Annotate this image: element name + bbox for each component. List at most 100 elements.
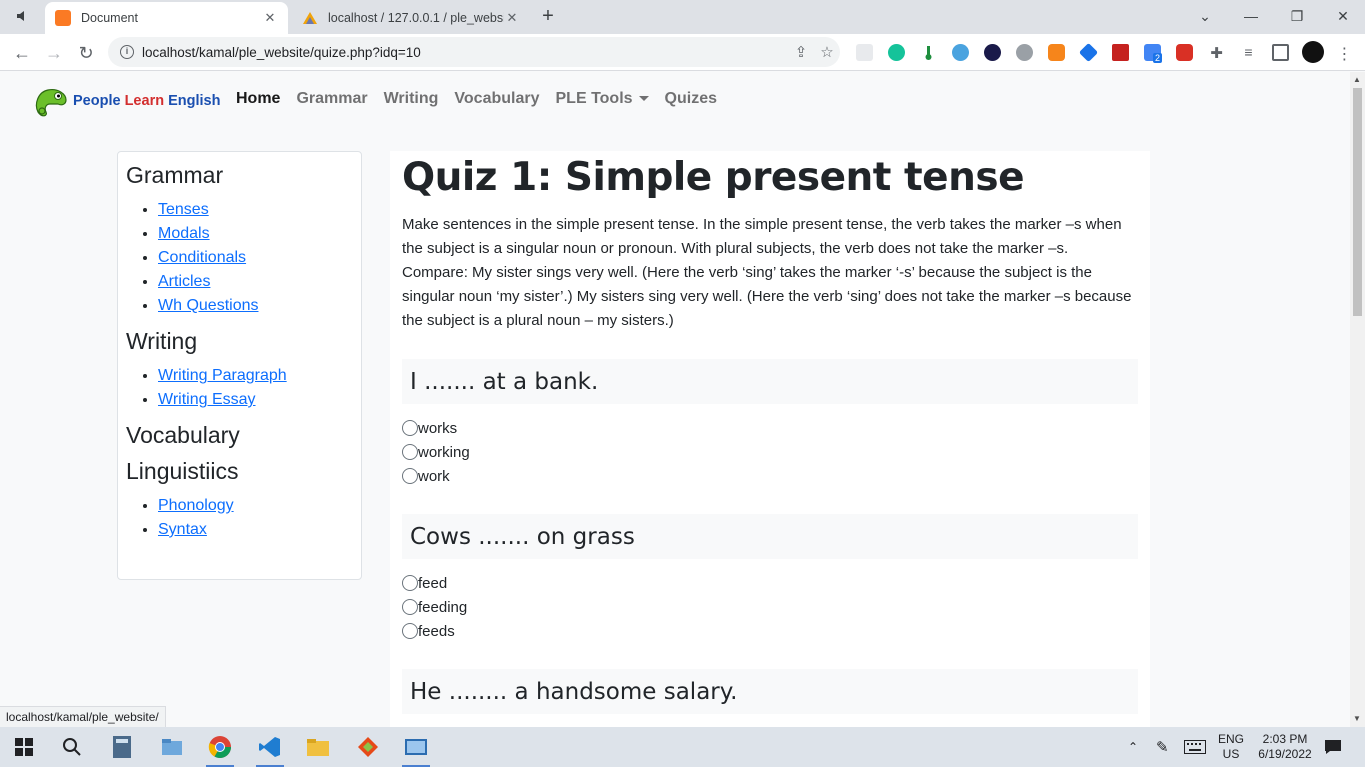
reload-button[interactable]: ↻ <box>74 41 98 65</box>
close-window-button[interactable]: ✕ <box>1323 5 1363 27</box>
brand-part: Learn <box>124 93 169 109</box>
avatar[interactable] <box>1302 41 1324 63</box>
forward-button[interactable]: → <box>42 41 66 65</box>
option[interactable]: feed <box>402 571 1138 595</box>
option[interactable]: work <box>402 464 1138 488</box>
site-info-icon[interactable]: i <box>120 45 134 59</box>
scrollbar-thumb[interactable] <box>1353 88 1362 316</box>
cloud-extension-icon[interactable] <box>952 44 969 61</box>
page-title: Quiz 1: Simple present tense <box>402 155 1025 200</box>
grammarly-icon[interactable] <box>888 44 905 61</box>
option[interactable]: feeding <box>402 595 1138 619</box>
sidebar-link-modals[interactable]: Modals <box>158 225 210 242</box>
vscode-icon[interactable] <box>256 733 284 767</box>
brand-logo-link[interactable]: People Learn English <box>32 82 220 120</box>
pen-icon[interactable]: ✎ <box>1156 727 1169 767</box>
file-explorer-icon[interactable] <box>158 733 186 761</box>
nav-grammar-link[interactable]: Grammar <box>296 90 367 108</box>
tab-phpmyadmin[interactable]: localhost / 127.0.0.1 / ple_website ✕ <box>292 2 530 34</box>
media-control-icon[interactable]: ≡ <box>1240 44 1257 61</box>
keyboard-icon[interactable] <box>1184 727 1206 767</box>
extension-icon[interactable] <box>984 44 1001 61</box>
extension-icon[interactable] <box>856 44 873 61</box>
nav-ple-tools-dropdown[interactable]: PLE Tools <box>556 90 649 108</box>
sidebar-link-wh-questions[interactable]: Wh Questions <box>158 297 258 314</box>
metamask-icon[interactable] <box>1048 44 1065 61</box>
extension-icon[interactable] <box>920 44 937 61</box>
option-label: feeding <box>418 598 468 616</box>
new-tab-button[interactable]: + <box>537 5 559 27</box>
list-item: Phonology <box>158 494 353 518</box>
address-bar[interactable]: i localhost/kamal/ple_website/quize.php?… <box>108 37 840 67</box>
list-item: Wh Questions <box>158 294 353 318</box>
radio-button[interactable] <box>402 599 418 615</box>
back-button[interactable]: ← <box>10 41 34 65</box>
extension-icon[interactable] <box>1112 44 1129 61</box>
folder-icon[interactable] <box>304 733 332 761</box>
scroll-down-arrow-icon[interactable]: ▼ <box>1353 714 1361 723</box>
speaker-icon[interactable] <box>16 9 38 25</box>
clock[interactable]: 2:03 PM 6/19/2022 <box>1254 727 1316 767</box>
brand-name: People Learn English <box>73 93 220 109</box>
radio-button[interactable] <box>402 623 418 639</box>
globe-icon[interactable] <box>1016 44 1033 61</box>
grammar-list: Tenses Modals Conditionals Articles Wh Q… <box>158 198 353 318</box>
radio-button[interactable] <box>402 468 418 484</box>
radio-button[interactable] <box>402 575 418 591</box>
nav-vocabulary-link[interactable]: Vocabulary <box>454 90 539 108</box>
minimize-button[interactable]: — <box>1231 5 1271 27</box>
nav-writing-link[interactable]: Writing <box>384 90 439 108</box>
graduation-cap-icon[interactable]: 2 <box>1144 44 1163 63</box>
nav-quizes-link[interactable]: Quizes <box>665 90 717 108</box>
option[interactable]: feeds <box>402 619 1138 643</box>
close-tab-icon[interactable]: ✕ <box>262 10 278 26</box>
notification-icon[interactable] <box>1324 727 1342 767</box>
photos-icon[interactable] <box>402 733 430 767</box>
share-icon[interactable]: ⇪ <box>788 43 814 61</box>
sidebar-link-tenses[interactable]: Tenses <box>158 201 209 218</box>
sidebar-link-syntax[interactable]: Syntax <box>158 521 207 538</box>
main-nav: Home Grammar Writing Vocabulary PLE Tool… <box>236 90 733 108</box>
sidebar-link-writing-essay[interactable]: Writing Essay <box>158 391 256 408</box>
shield-icon[interactable] <box>1176 44 1193 61</box>
question-heading: He ........ a handsome salary. <box>402 669 1138 714</box>
tab-document[interactable]: Document ✕ <box>45 2 288 34</box>
option-label: work <box>418 467 450 485</box>
chrome-icon[interactable] <box>206 733 234 767</box>
scroll-up-arrow-icon[interactable]: ▲ <box>1353 75 1361 84</box>
close-tab-icon[interactable]: ✕ <box>504 10 520 26</box>
link-status-bar: localhost/kamal/ple_website/ <box>0 706 166 727</box>
list-item: Writing Paragraph <box>158 364 353 388</box>
sidebar-heading-vocabulary: Vocabulary <box>126 422 240 448</box>
windows-start-icon[interactable] <box>10 733 38 761</box>
options-group: feed feeding feeds <box>402 571 1138 643</box>
sidebar-link-conditionals[interactable]: Conditionals <box>158 249 246 266</box>
sidebar-link-writing-paragraph[interactable]: Writing Paragraph <box>158 367 287 384</box>
sidebar-link-articles[interactable]: Articles <box>158 273 210 290</box>
page-scrollbar[interactable]: ▲ ▼ <box>1350 72 1365 727</box>
tray-chevron-up-icon[interactable]: ⌃ <box>1128 727 1138 767</box>
side-panel-icon[interactable] <box>1272 44 1289 61</box>
sidebar-heading-writing: Writing <box>126 328 198 354</box>
nav-ple-tools-label: PLE Tools <box>555 90 633 107</box>
radio-button[interactable] <box>402 444 418 460</box>
extension-badge: 2 <box>1153 53 1163 63</box>
app-icon[interactable] <box>354 733 382 761</box>
list-item: Conditionals <box>158 246 353 270</box>
search-icon[interactable] <box>58 733 86 761</box>
language-indicator[interactable]: ENG US <box>1218 727 1244 767</box>
option[interactable]: works <box>402 416 1138 440</box>
menu-dots-icon[interactable]: ⋮ <box>1336 44 1353 63</box>
radio-button[interactable] <box>402 420 418 436</box>
tab-search-icon[interactable]: ⌄ <box>1185 5 1225 27</box>
linguistics-list: Phonology Syntax <box>158 494 353 542</box>
puzzle-icon[interactable]: ✚ <box>1208 44 1225 62</box>
extension-icon[interactable] <box>1078 42 1099 63</box>
restore-button[interactable]: ❐ <box>1277 5 1317 27</box>
sidebar-link-phonology[interactable]: Phonology <box>158 497 234 514</box>
calculator-icon[interactable] <box>108 733 136 761</box>
option[interactable]: working <box>402 440 1138 464</box>
clock-time: 2:03 PM <box>1262 732 1308 746</box>
nav-home-link[interactable]: Home <box>236 90 280 108</box>
bookmark-star-icon[interactable]: ☆ <box>814 43 840 61</box>
